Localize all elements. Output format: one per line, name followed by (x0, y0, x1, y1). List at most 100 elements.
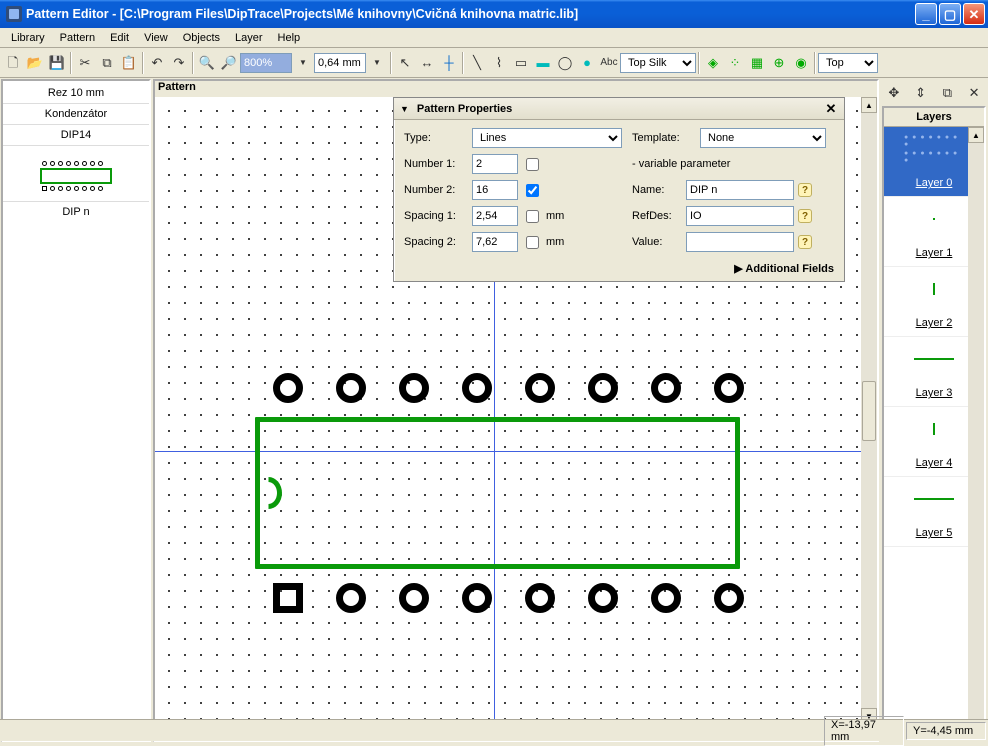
maximize-button[interactable]: ▢ (939, 3, 961, 25)
zoom-in-button[interactable]: 🔎 (218, 52, 240, 74)
value-input[interactable] (686, 232, 794, 252)
group-icon[interactable]: ⧉ (937, 82, 957, 102)
type-select[interactable]: Lines (472, 128, 622, 148)
scroll-up-button[interactable]: ▲ (861, 97, 877, 113)
pattern-list-item[interactable]: DIP n (3, 202, 149, 222)
pp-close-icon[interactable]: ✕ (824, 101, 838, 117)
menu-library[interactable]: Library (4, 30, 52, 46)
pad[interactable] (399, 583, 429, 613)
open-button[interactable]: 📂 (24, 52, 46, 74)
pad[interactable] (273, 373, 303, 403)
layer-label: Layer 0 (916, 177, 953, 189)
pattern-list-item[interactable]: Kondenzátor (3, 104, 149, 125)
refdes-label: RefDes: (632, 210, 682, 222)
redo-button[interactable]: ↷ (168, 52, 190, 74)
undo-button[interactable]: ↶ (146, 52, 168, 74)
pad[interactable] (588, 583, 618, 613)
pad-circle-tool[interactable]: ⊕ (768, 52, 790, 74)
ellipse-tool[interactable]: ◯ (554, 52, 576, 74)
origin-tool[interactable]: ┼ (438, 52, 460, 74)
pattern-list-item-preview[interactable] (3, 146, 149, 202)
spacing1-var-checkbox[interactable] (526, 210, 539, 223)
side-select[interactable]: Top (818, 53, 878, 73)
pattern-canvas[interactable]: ▼ Pattern Properties ✕ Type: Lines Templ… (155, 97, 861, 724)
pad[interactable] (525, 583, 555, 613)
pad[interactable] (336, 583, 366, 613)
paste-button[interactable]: 📋 (118, 52, 140, 74)
cut-button[interactable]: ✂ (74, 52, 96, 74)
number2-input[interactable] (472, 180, 518, 200)
canvas-vscroll[interactable]: ▲ ▼ (861, 97, 877, 724)
sort-icon[interactable]: ⇕ (911, 82, 931, 102)
zoom-input[interactable] (240, 53, 292, 73)
save-button[interactable]: 💾 (46, 52, 68, 74)
menu-objects[interactable]: Objects (176, 30, 227, 46)
pointer-tool[interactable]: ↖ (394, 52, 416, 74)
polyline-tool[interactable]: ⌇ (488, 52, 510, 74)
pad-1[interactable] (273, 583, 303, 613)
layer-label: Layer 5 (916, 527, 953, 539)
vscroll-thumb[interactable] (862, 381, 876, 441)
pad[interactable] (462, 583, 492, 613)
spacing1-input[interactable] (472, 206, 518, 226)
pad[interactable] (588, 373, 618, 403)
pad[interactable] (651, 583, 681, 613)
pattern-list-item[interactable]: Rez 10 mm (3, 83, 149, 104)
pad[interactable] (336, 373, 366, 403)
status-x: X=-13,97 mm (824, 716, 904, 746)
pad[interactable] (651, 373, 681, 403)
close-button[interactable]: ✕ (963, 3, 985, 25)
number1-input[interactable] (472, 154, 518, 174)
help-icon[interactable]: ? (798, 235, 812, 249)
delete-icon[interactable]: ✕ (964, 82, 984, 102)
layer-select[interactable]: Top Silk (620, 53, 696, 73)
line-tool[interactable]: ╲ (466, 52, 488, 74)
help-icon[interactable]: ? (798, 209, 812, 223)
new-button[interactable]: 🗋 (2, 52, 24, 74)
pad[interactable] (714, 373, 744, 403)
layer-thumb (904, 484, 964, 514)
pad-single-tool[interactable]: ◉ (790, 52, 812, 74)
pad[interactable] (462, 373, 492, 403)
menu-view[interactable]: View (137, 30, 175, 46)
scroll-up-button[interactable]: ▲ (968, 127, 984, 143)
pp-titlebar[interactable]: ▼ Pattern Properties ✕ (394, 98, 844, 120)
spacing2-var-checkbox[interactable] (526, 236, 539, 249)
spacing1-label: Spacing 1: (404, 210, 468, 222)
dip-outline[interactable] (255, 417, 740, 569)
pad-matrix-tool[interactable]: ▦ (746, 52, 768, 74)
fill-ellipse-tool[interactable]: ● (576, 52, 598, 74)
number1-var-checkbox[interactable] (526, 158, 539, 171)
fill-rect-tool[interactable]: ▬ (532, 52, 554, 74)
pp-collapse-icon[interactable]: ▼ (400, 104, 409, 114)
zoom-out-button[interactable]: 🔍 (196, 52, 218, 74)
menu-edit[interactable]: Edit (103, 30, 136, 46)
spacing2-input[interactable] (472, 232, 518, 252)
measure-tool[interactable]: ↔ (416, 52, 438, 74)
name-input[interactable] (686, 180, 794, 200)
minimize-button[interactable]: _ (915, 3, 937, 25)
template-select[interactable]: None (700, 128, 826, 148)
grid-dropdown-button[interactable]: ▼ (366, 52, 388, 74)
menu-help[interactable]: Help (271, 30, 308, 46)
menu-layer[interactable]: Layer (228, 30, 270, 46)
layer-thumb: ● ● ● ● ● ● ● ●● ● ● ● ● ● ● ● (904, 134, 964, 164)
number2-var-checkbox[interactable] (526, 184, 539, 197)
help-icon[interactable]: ? (798, 183, 812, 197)
pad[interactable] (525, 373, 555, 403)
grid-input[interactable] (314, 53, 366, 73)
refdes-input[interactable] (686, 206, 794, 226)
pad[interactable] (399, 373, 429, 403)
pan-icon[interactable]: ✥ (884, 82, 904, 102)
pattern-list-item[interactable]: DIP14 (3, 125, 149, 146)
menu-pattern[interactable]: Pattern (53, 30, 102, 46)
pad-array-tool[interactable]: ⁘ (724, 52, 746, 74)
pad-tool[interactable]: ◈ (702, 52, 724, 74)
layers-scrollbar[interactable]: ▲ (968, 127, 984, 739)
zoom-dropdown-button[interactable]: ▼ (292, 52, 314, 74)
copy-button[interactable]: ⧉ (96, 52, 118, 74)
additional-fields-toggle[interactable]: ▶ Additional Fields (394, 256, 844, 281)
text-tool[interactable]: Abc (598, 52, 620, 74)
rect-tool[interactable]: ▭ (510, 52, 532, 74)
pad[interactable] (714, 583, 744, 613)
